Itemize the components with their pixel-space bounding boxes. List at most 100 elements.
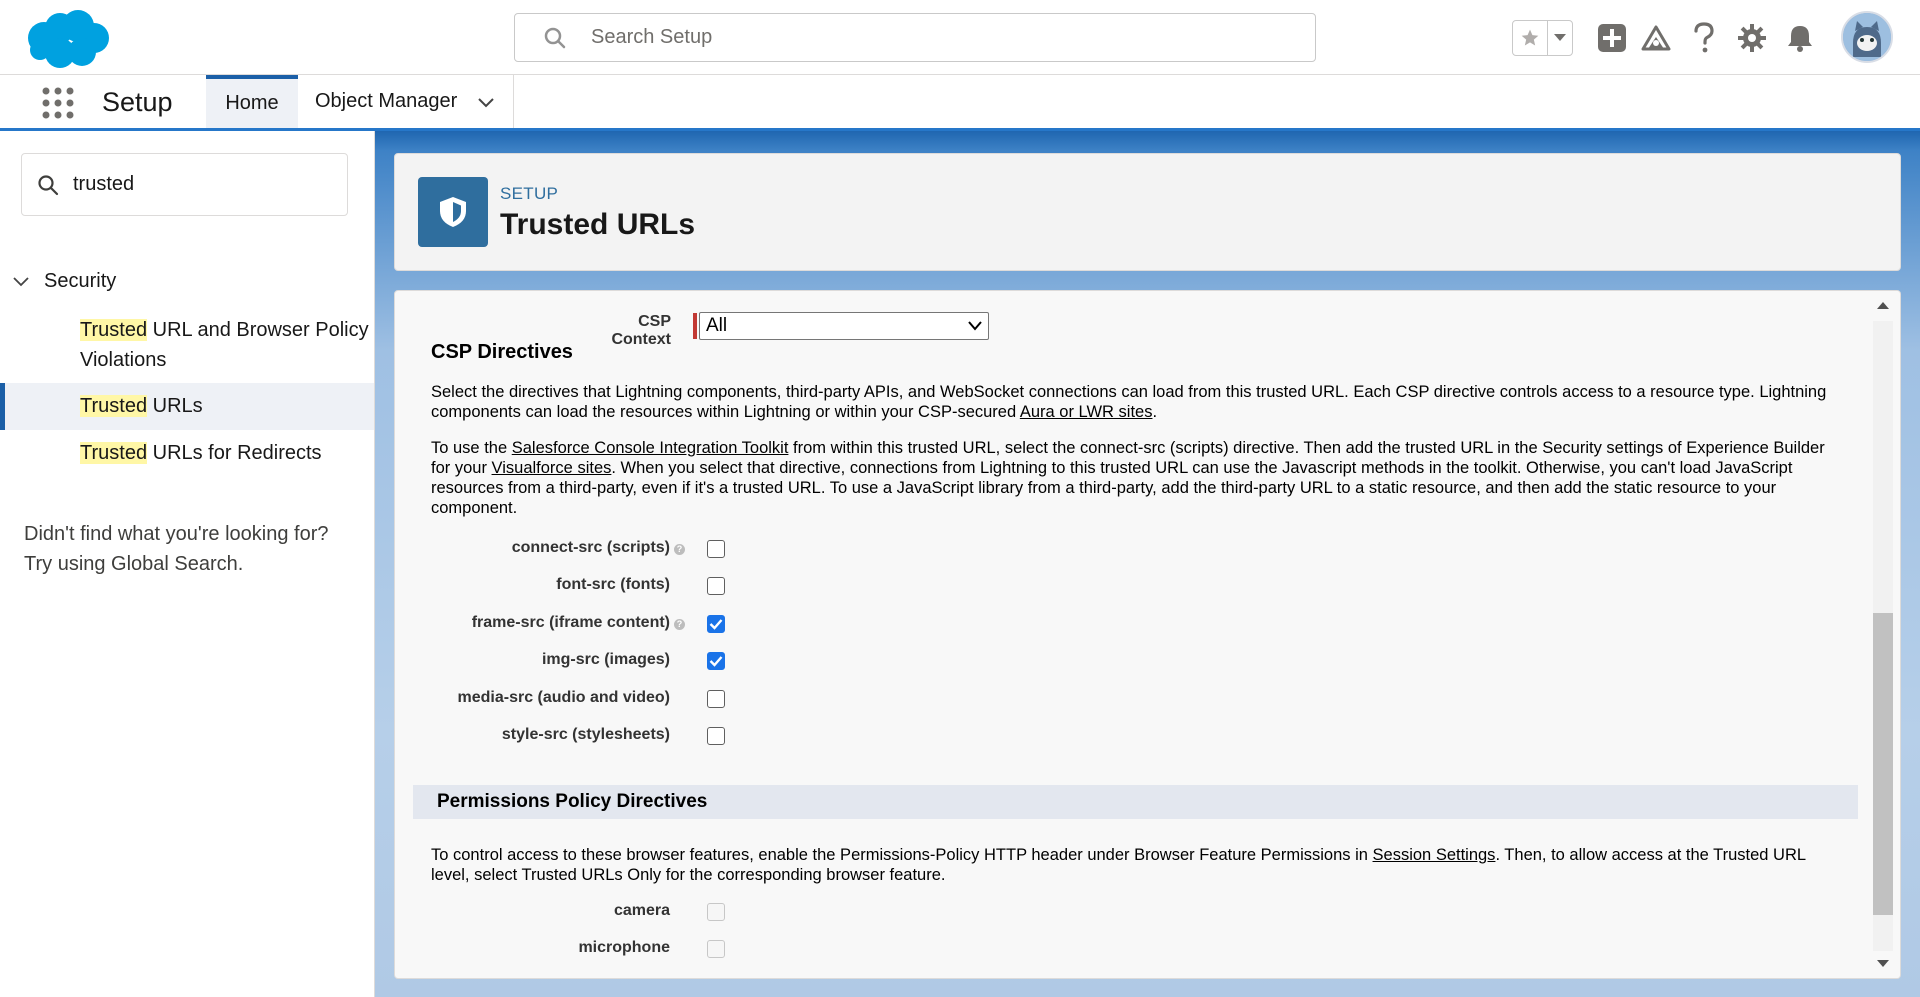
help-button[interactable] [1686, 20, 1722, 56]
permissions-description: To control access to these browser featu… [431, 845, 1831, 885]
trailhead-button[interactable] [1638, 20, 1674, 56]
context-bar: Setup Home Object Manager [0, 75, 1920, 131]
page-title: Trusted URLs [500, 208, 696, 241]
favorite-star-button[interactable] [1513, 21, 1548, 55]
directive-label: frame-src (iframe content) [471, 614, 670, 631]
help-icon[interactable]: ? [674, 619, 685, 630]
camera-checkbox[interactable] [707, 903, 725, 921]
scrollbar[interactable] [1858, 291, 1900, 978]
perm-directive-row: microphone [395, 934, 1295, 964]
session-settings-link[interactable]: Session Settings [1373, 846, 1496, 864]
media-src-checkbox[interactable] [707, 690, 725, 708]
form-content: CSP Context All CSP Directives Select th… [395, 291, 1859, 978]
bell-icon [1788, 26, 1812, 52]
perm-para-text: To control access to these browser featu… [431, 846, 1373, 864]
style-src-checkbox[interactable] [707, 727, 725, 745]
checkmark-icon [709, 656, 723, 667]
sidebar-item-label: URLs for Redirects [147, 442, 322, 464]
content-panel: CSP Context All CSP Directives Select th… [394, 290, 1901, 979]
quick-find-input[interactable] [71, 172, 335, 197]
csp-para1-end: . [1152, 403, 1158, 421]
csp-para2-text: To use the [431, 439, 512, 457]
permissions-section-title: Permissions Policy Directives [437, 791, 708, 812]
tab-home-label: Home [225, 92, 279, 114]
sidebar-item-label: URLs [147, 395, 203, 417]
scroll-up-arrow[interactable] [1876, 299, 1890, 311]
directive-label: font-src (fonts) [556, 576, 670, 593]
search-input[interactable] [589, 25, 1273, 50]
app-launcher-icon[interactable] [42, 87, 74, 119]
trailhead-icon [1641, 25, 1671, 51]
highlight-match: Trusted [80, 319, 148, 341]
quick-find-box[interactable] [21, 153, 348, 216]
chevron-down-icon [968, 321, 982, 331]
scroll-thumb[interactable] [1873, 613, 1893, 915]
favorites-menu-button[interactable] [1548, 21, 1572, 55]
scroll-down-arrow[interactable] [1876, 958, 1890, 970]
csp-directive-row: frame-src (iframe content) ? [395, 609, 1295, 639]
chevron-down-icon[interactable] [12, 272, 30, 290]
aura-lwr-sites-link[interactable]: Aura or LWR sites [1020, 403, 1153, 421]
highlight-match: Trusted [80, 442, 148, 464]
plus-icon [1598, 24, 1626, 52]
app-name: Setup [102, 87, 173, 117]
permissions-section-header: Permissions Policy Directives [413, 785, 1859, 819]
perm-directive-row: camera [395, 897, 1295, 927]
gear-icon [1738, 24, 1766, 52]
no-result-line2[interactable]: Try using Global Search. [24, 549, 328, 579]
tab-object-manager-label: Object Manager [315, 90, 458, 112]
highlight-match: Trusted [80, 395, 148, 417]
avatar[interactable] [1841, 11, 1893, 63]
directive-label: connect-src (scripts) [511, 539, 670, 556]
sidebar-item-label: URL and Browser Policy [147, 319, 369, 341]
setup-gear-button[interactable] [1734, 20, 1770, 56]
help-icon [1694, 22, 1714, 53]
breadcrumb[interactable]: SETUP [500, 184, 558, 204]
microphone-checkbox[interactable] [707, 940, 725, 958]
csp-context-value: All [706, 315, 728, 336]
checkmark-icon [709, 619, 723, 630]
chevron-down-icon [1554, 34, 1566, 41]
frame-src-checkbox[interactable] [707, 615, 725, 633]
visualforce-sites-link[interactable]: Visualforce sites [492, 459, 612, 477]
sidebar-item-trusted-url-violations[interactable]: Trusted URL and Browser Policy Violation… [0, 315, 374, 375]
csp-context-field: All [693, 312, 989, 340]
directive-label: style-src (stylesheets) [501, 726, 670, 743]
chevron-down-icon[interactable] [477, 93, 495, 111]
sidebar-item-trusted-urls-redirects[interactable]: Trusted URLs for Redirects [0, 438, 374, 468]
connect-src-checkbox[interactable] [707, 540, 725, 558]
csp-directive-row: font-src (fonts) [395, 571, 1295, 601]
notifications-button[interactable] [1782, 20, 1818, 56]
tree-node-security[interactable]: Security [0, 266, 116, 296]
img-src-checkbox[interactable] [707, 652, 725, 670]
salesforce-cloud-logo[interactable] [22, 8, 112, 70]
help-icon[interactable]: ? [674, 544, 685, 555]
no-result-line1: Didn't find what you're looking for? [24, 523, 329, 545]
csp-directive-row: media-src (audio and video) [395, 684, 1295, 714]
tab-object-manager[interactable]: Object Manager [298, 75, 514, 128]
directive-label: img-src (images) [541, 651, 670, 668]
setup-sidebar: Security Trusted URL and Browser Policy … [0, 131, 375, 997]
csp-section-title: CSP Directives [431, 341, 573, 363]
csp-directive-row: img-src (images) [395, 646, 1295, 676]
font-src-checkbox[interactable] [707, 577, 725, 595]
search-icon [38, 174, 59, 195]
sidebar-item-label-line2: Violations [80, 349, 167, 371]
csp-para2-text-c: . When you select that directive, connec… [431, 459, 1793, 517]
required-indicator [693, 313, 697, 339]
console-toolkit-link[interactable]: Salesforce Console Integration Toolkit [512, 439, 789, 457]
global-actions-button[interactable] [1594, 20, 1630, 56]
setup-search-box[interactable] [514, 13, 1316, 62]
csp-context-select[interactable]: All [699, 312, 989, 340]
csp-directive-row: connect-src (scripts) ? [395, 534, 1295, 564]
tab-home[interactable]: Home [206, 75, 298, 128]
sidebar-item-trusted-urls[interactable]: Trusted URLs [0, 383, 374, 430]
favorites-group [1512, 20, 1573, 56]
shield-icon [418, 177, 488, 247]
csp-directive-row: style-src (stylesheets) [395, 721, 1295, 751]
star-icon [1521, 29, 1539, 46]
csp-description-2: To use the Salesforce Console Integratio… [431, 438, 1831, 518]
search-icon [544, 27, 566, 48]
directive-label: media-src (audio and video) [457, 689, 670, 706]
page-header: SETUP Trusted URLs [394, 153, 1901, 271]
